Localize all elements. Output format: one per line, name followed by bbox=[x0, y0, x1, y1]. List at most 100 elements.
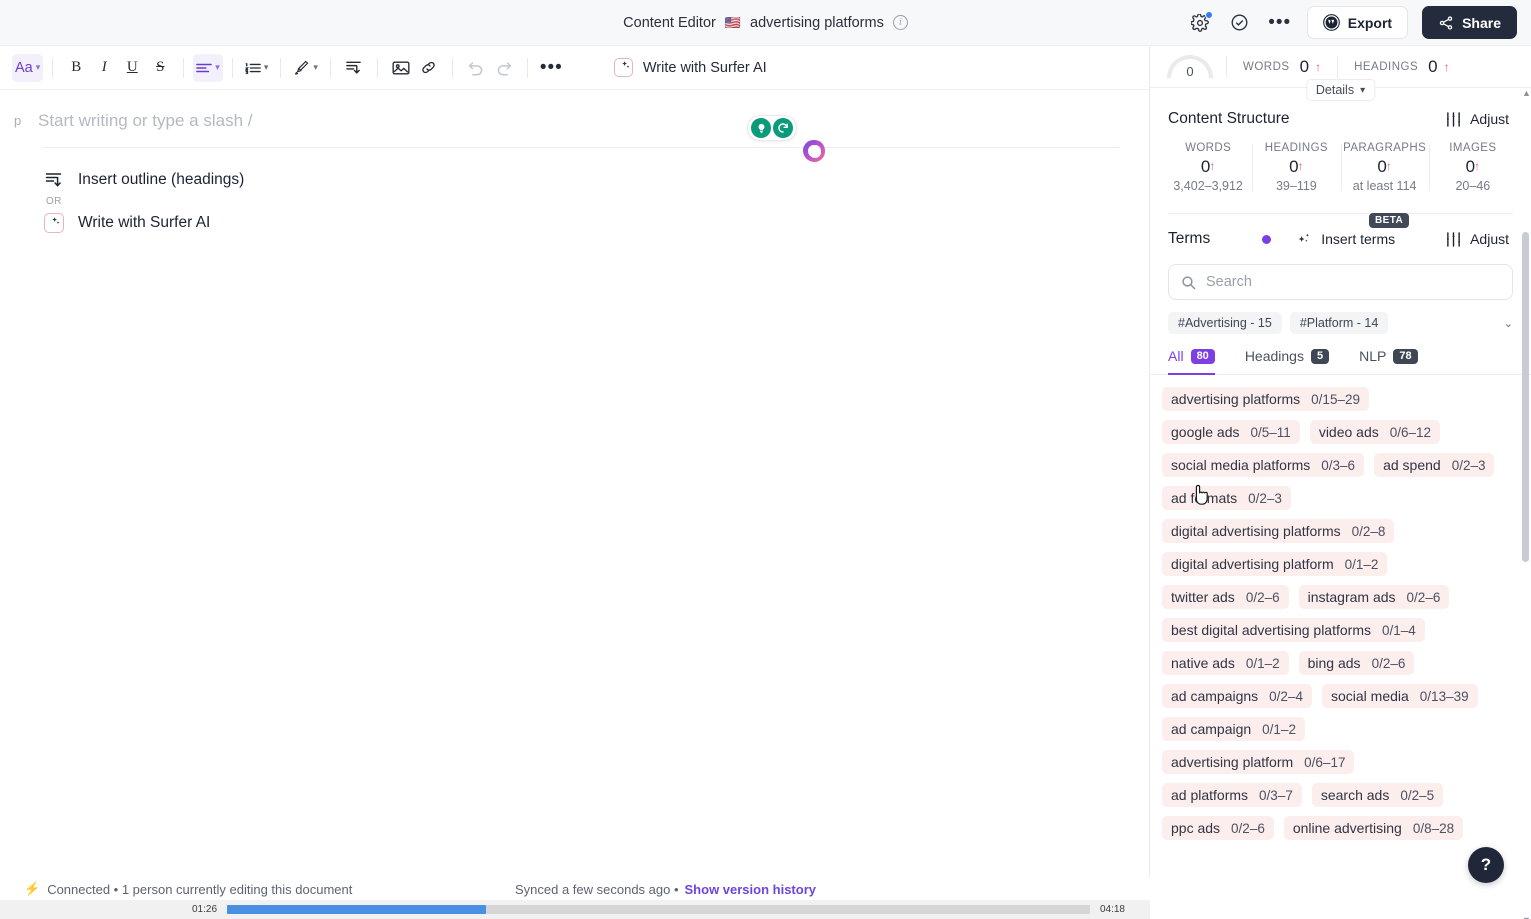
grammarly-toolbar[interactable] bbox=[747, 115, 797, 141]
highlight-button[interactable]: ▾ bbox=[290, 54, 321, 82]
share-button[interactable]: Share bbox=[1422, 6, 1517, 39]
share-label: Share bbox=[1462, 14, 1501, 31]
editor-column: Aa ▾ B I U S ▾ ▾ ▾ ••• Write with Surfer… bbox=[0, 46, 1150, 919]
panel-scrollbar[interactable]: ▲ ▼ bbox=[1522, 88, 1531, 919]
align-left-icon bbox=[196, 61, 213, 75]
tab-headings[interactable]: Headings 5 bbox=[1245, 348, 1330, 375]
grammarly-avatar-icon[interactable] bbox=[803, 140, 825, 162]
content-structure-adjust-button[interactable]: Adjust bbox=[1445, 111, 1509, 127]
tag-platform[interactable]: #Platform - 14 bbox=[1289, 312, 1389, 334]
term-count: 0/3–6 bbox=[1321, 458, 1356, 473]
scroll-up-icon[interactable]: ▲ bbox=[1522, 88, 1531, 98]
flag-icon: 🇺🇸 bbox=[724, 15, 742, 30]
insert-outline-option[interactable]: Insert outline (headings) bbox=[44, 170, 1119, 190]
score-row: 0 WORDS 0 ↑ HEADINGS 0 ↑ Details ▾ bbox=[1150, 46, 1531, 101]
font-style-button[interactable]: Aa ▾ bbox=[12, 53, 44, 82]
video-progress-track[interactable] bbox=[227, 905, 1090, 914]
gear-icon[interactable] bbox=[1187, 10, 1213, 36]
term-chip[interactable]: google ads 0/5–11 bbox=[1162, 420, 1300, 444]
term-chip[interactable]: ppc ads 0/2–6 bbox=[1162, 816, 1274, 840]
indent-button[interactable] bbox=[340, 54, 368, 82]
wordpress-icon bbox=[1322, 14, 1340, 31]
write-with-surfer-ai-toolbar-button[interactable]: Write with Surfer AI bbox=[613, 58, 767, 77]
term-chip[interactable]: digital advertising platforms 0/2–8 bbox=[1162, 519, 1395, 543]
term-chip[interactable]: digital advertising platform 0/1–2 bbox=[1162, 552, 1388, 576]
info-icon[interactable]: i bbox=[892, 15, 908, 30]
redo-button[interactable] bbox=[490, 54, 518, 82]
top-metric-words: WORDS 0 ↑ bbox=[1227, 57, 1337, 77]
bold-button[interactable]: B bbox=[62, 54, 90, 82]
tag-advertising[interactable]: #Advertising - 15 bbox=[1168, 312, 1282, 334]
terms-title: Terms bbox=[1168, 230, 1211, 247]
terms-adjust-button[interactable]: Adjust bbox=[1445, 231, 1509, 247]
link-icon bbox=[420, 59, 437, 76]
cs-label: WORDS bbox=[1185, 142, 1232, 154]
link-button[interactable] bbox=[415, 54, 443, 82]
insert-terms-button[interactable]: Insert terms BETA bbox=[1297, 213, 1410, 247]
underline-button[interactable]: U bbox=[118, 54, 146, 82]
check-circle-icon[interactable] bbox=[1227, 10, 1253, 36]
insert-outline-label: Insert outline (headings) bbox=[78, 171, 245, 188]
document-area[interactable]: p Start writing or type a slash / Insert… bbox=[0, 90, 1149, 919]
term-chip[interactable]: video ads 0/6–12 bbox=[1309, 420, 1441, 444]
tab-all[interactable]: All 80 bbox=[1168, 348, 1215, 375]
italic-button[interactable]: I bbox=[90, 54, 118, 82]
term-chip[interactable]: instagram ads 0/2–6 bbox=[1298, 585, 1450, 609]
terms-adjust-label: Adjust bbox=[1470, 231, 1509, 247]
term-chip[interactable]: native ads 0/1–2 bbox=[1162, 651, 1289, 675]
editor-placeholder[interactable]: Start writing or type a slash / bbox=[38, 110, 252, 131]
export-button[interactable]: Export bbox=[1306, 6, 1409, 39]
search-input[interactable]: Search bbox=[1168, 264, 1513, 300]
chevron-down-icon[interactable]: ⌄ bbox=[1504, 317, 1513, 330]
term-name: twitter ads bbox=[1171, 589, 1235, 605]
scrollbar-thumb[interactable] bbox=[1522, 232, 1529, 562]
image-button[interactable] bbox=[387, 54, 415, 82]
term-chip[interactable]: search ads 0/2–5 bbox=[1311, 783, 1444, 807]
term-chip[interactable]: social media 0/13–39 bbox=[1321, 684, 1478, 708]
video-current-time: 01:26 bbox=[192, 904, 218, 915]
show-version-history-link[interactable]: Show version history bbox=[685, 882, 816, 897]
scroll-down-icon[interactable]: ▼ bbox=[1522, 915, 1531, 919]
terms-list[interactable]: advertising platforms 0/15–29 google ads 0/… bbox=[1150, 375, 1531, 919]
tab-nlp[interactable]: NLP 78 bbox=[1359, 348, 1418, 375]
term-name: bing ads bbox=[1307, 655, 1361, 671]
term-chip[interactable]: twitter ads 0/2–6 bbox=[1162, 585, 1289, 609]
trend-up-icon: ↑ bbox=[1443, 59, 1450, 74]
strikethrough-button[interactable]: S bbox=[146, 54, 174, 82]
list-button[interactable]: ▾ bbox=[242, 54, 272, 82]
cs-label: HEADINGS bbox=[1264, 142, 1329, 154]
term-chip[interactable]: ad spend 0/2–3 bbox=[1374, 453, 1495, 477]
term-chip[interactable]: advertising platforms 0/15–29 bbox=[1162, 387, 1369, 411]
align-button[interactable]: ▾ bbox=[193, 53, 223, 82]
video-scrubber[interactable]: 01:26 04:18 bbox=[0, 900, 1150, 919]
term-chip[interactable]: online advertising 0/8–28 bbox=[1283, 816, 1464, 840]
toolbar-more-button[interactable]: ••• bbox=[537, 54, 566, 82]
content-structure-title: Content Structure bbox=[1168, 110, 1290, 127]
search-icon bbox=[1181, 275, 1196, 290]
more-horizontal-icon[interactable]: ••• bbox=[1267, 10, 1293, 36]
details-toggle[interactable]: Details ▾ bbox=[1305, 79, 1376, 101]
term-name: best digital advertising platforms bbox=[1171, 622, 1371, 638]
term-chip[interactable]: bing ads 0/2–6 bbox=[1298, 651, 1415, 675]
help-button[interactable]: ? bbox=[1468, 847, 1504, 883]
term-name: ad spend bbox=[1383, 457, 1441, 473]
term-chip[interactable]: ad platforms 0/3–7 bbox=[1162, 783, 1302, 807]
term-chip[interactable]: ad campaigns 0/2–4 bbox=[1162, 684, 1312, 708]
cs-range: at least 114 bbox=[1352, 179, 1417, 193]
toolbar-divider bbox=[526, 57, 528, 78]
bold-label: B bbox=[71, 59, 82, 75]
term-count: 0/1–2 bbox=[1262, 722, 1296, 737]
term-chip[interactable]: best digital advertising platforms 0/1–4 bbox=[1162, 618, 1425, 642]
lightbulb-icon[interactable] bbox=[751, 118, 771, 138]
refresh-icon[interactable] bbox=[773, 118, 793, 138]
term-chip[interactable]: social media platforms 0/3–6 bbox=[1162, 453, 1365, 477]
term-chip[interactable]: ad formats 0/2–3 bbox=[1162, 486, 1291, 510]
undo-button[interactable] bbox=[462, 54, 490, 82]
term-count: 0/5–11 bbox=[1250, 425, 1291, 440]
write-with-surfer-ai-option[interactable]: Write with Surfer AI bbox=[44, 213, 1119, 233]
term-chip[interactable]: ad campaign 0/1–2 bbox=[1162, 717, 1305, 741]
bolt-icon: ⚡ bbox=[24, 881, 41, 896]
term-chip[interactable]: advertising platform 0/6–17 bbox=[1162, 750, 1355, 774]
ordered-list-icon bbox=[244, 61, 261, 75]
brush-icon bbox=[293, 59, 310, 76]
